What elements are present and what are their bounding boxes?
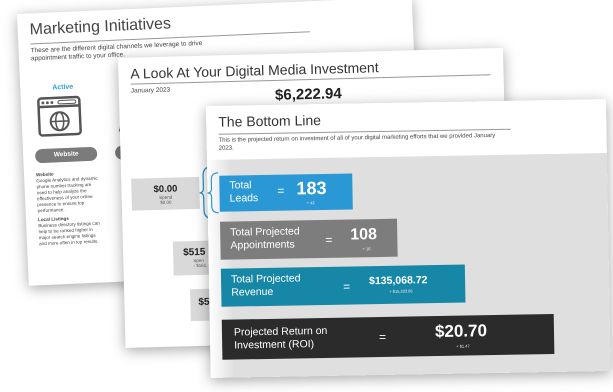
metric-label: Total Projected Appointments	[230, 225, 300, 252]
brace-icon	[207, 172, 219, 214]
metric-roi: Projected Return on Investment (ROI) = $…	[221, 313, 555, 360]
slide-title: The Bottom Line	[218, 111, 322, 130]
metric-projected-revenue: Total Projected Revenue = $135,068.72 + …	[220, 264, 466, 307]
status-label: Active	[52, 83, 74, 92]
metric-change: + 16	[362, 246, 371, 252]
metric-value: $135,068.72	[368, 274, 428, 288]
metric-projected-appointments: Total Projected Appointments = 108 + 16	[220, 218, 398, 260]
website-globe-icon	[37, 95, 82, 137]
metric-change: + $15,323.85	[389, 288, 413, 294]
metric-change: + 42	[306, 200, 315, 206]
metric-value: 183	[296, 177, 327, 199]
local-listings-text: Business directory listings can help to …	[38, 220, 100, 247]
report-month: January 2023	[130, 86, 171, 95]
metric-label: Projected Return on Investment (ROI)	[233, 324, 328, 352]
equals-sign: =	[378, 329, 387, 345]
equals-sign: =	[343, 279, 351, 294]
metric-label: Total Projected Revenue	[230, 272, 301, 299]
channel-website-button[interactable]: Website	[34, 146, 98, 164]
metric-total-leads: Total Leads = 183 + 42	[219, 173, 353, 212]
slide-bottom-line[interactable]: The Bottom Line This is the projected re…	[206, 99, 611, 378]
metric-label: Total Leads	[229, 179, 259, 205]
spend-box: $0.00 Spend $0.00	[131, 176, 200, 211]
equals-sign: =	[277, 183, 285, 198]
metric-value: $20.70	[434, 321, 488, 342]
slide-title: Marketing Initiatives	[29, 15, 172, 39]
spend-sub: $0.00	[160, 199, 172, 205]
equals-sign: =	[325, 232, 333, 247]
channel-description: Website Google Analytics and dynamic pho…	[36, 167, 103, 248]
metric-change: + $1.47	[456, 343, 470, 349]
metric-value: 108	[350, 226, 378, 244]
investment-total: $6,222.94	[274, 85, 342, 104]
website-text: Google Analytics and dynamic phone numbe…	[36, 175, 98, 214]
